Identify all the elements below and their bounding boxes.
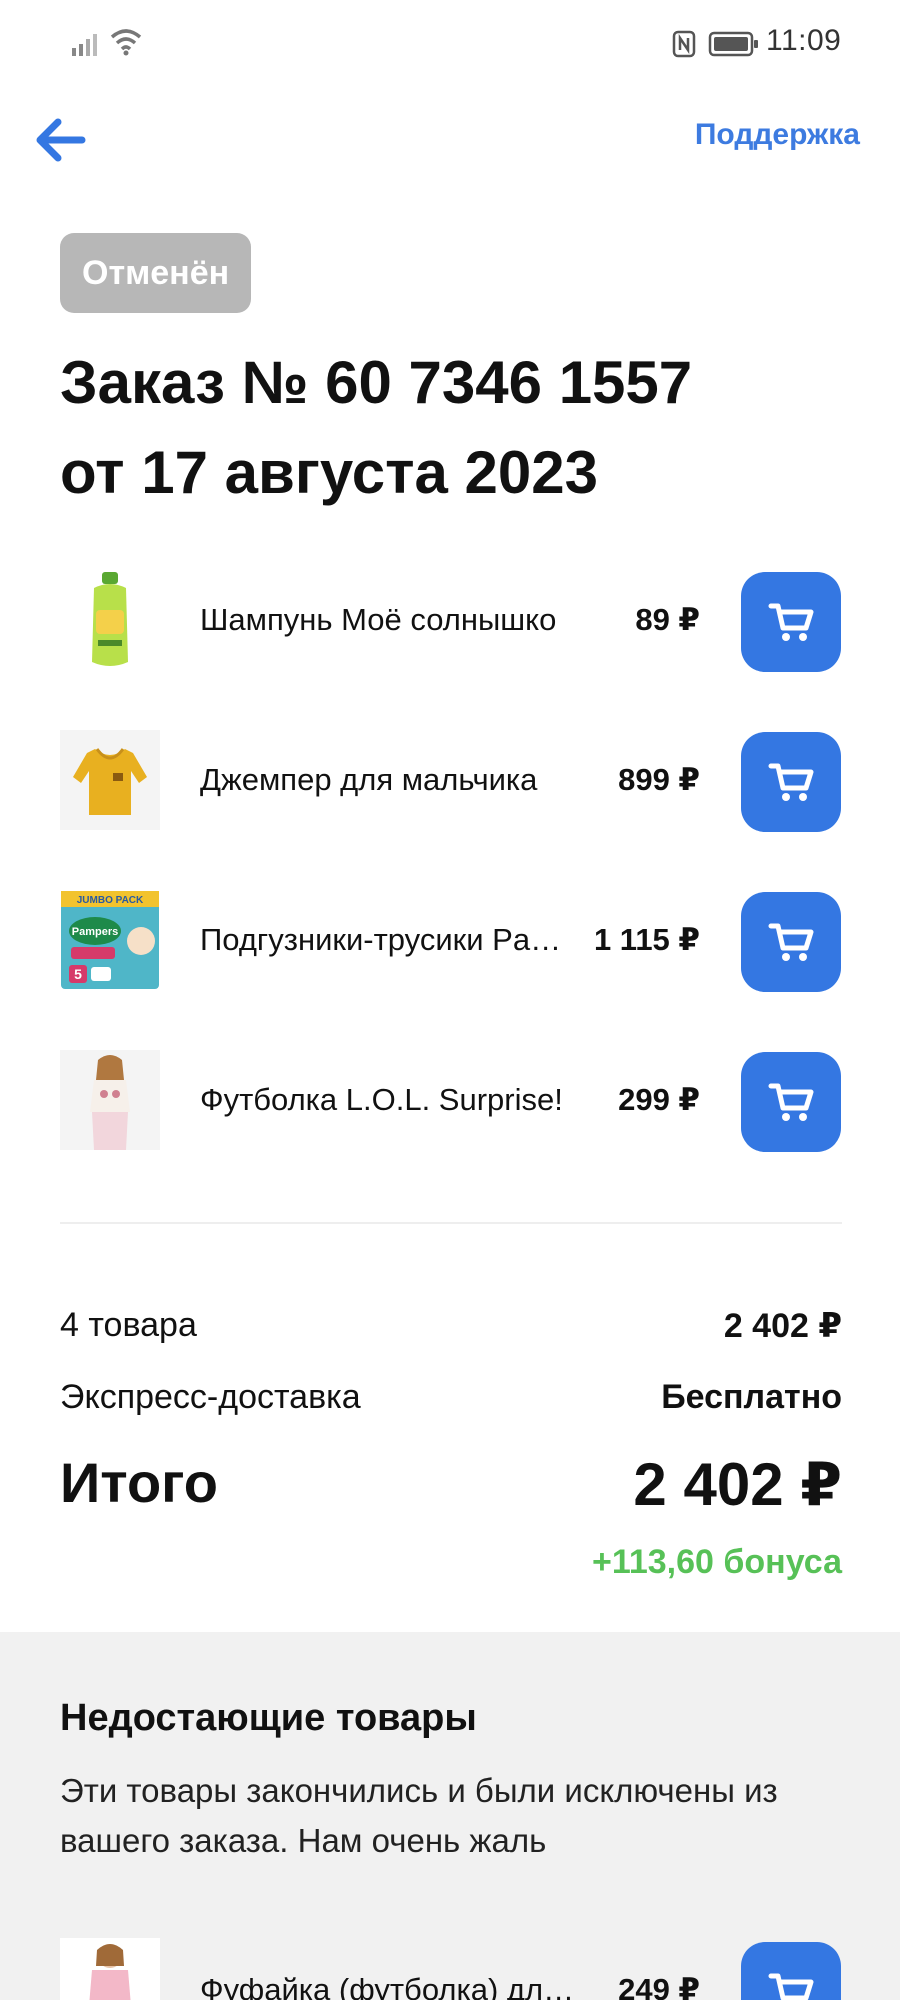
bonus-amount: +113,60 бонуса <box>591 1543 842 1581</box>
add-to-cart-button[interactable] <box>741 892 841 992</box>
order-number: Заказ № 60 7346 1557 <box>60 349 693 416</box>
item-thumbnail: JUMBO PACK Pampers 5 <box>60 890 160 990</box>
svg-text:Pampers: Pampers <box>72 926 118 938</box>
order-date: от 17 августа 2023 <box>60 439 599 506</box>
item-thumbnail <box>60 1050 160 1150</box>
shampoo-bottle-image <box>92 572 128 666</box>
total-label: Итого <box>60 1451 218 1514</box>
item-name: Шампунь Моё солнышко <box>200 602 557 637</box>
girl-shirt-image <box>89 1944 131 2000</box>
item-name: Футболка L.O.L. Surprise! <box>200 1082 563 1117</box>
total-value: 2 402 ₽ <box>633 1451 842 1518</box>
add-to-cart-button[interactable] <box>741 1942 841 2000</box>
item-price: 1 115 ₽ <box>593 922 700 957</box>
cart-icon <box>768 763 814 801</box>
add-to-cart-button[interactable] <box>741 572 841 672</box>
items-count-value: 2 402 ₽ <box>723 1307 842 1345</box>
item-name: Подгузники-трусики Pampers <box>200 922 580 957</box>
status-bar: 11:09 <box>0 0 900 90</box>
cart-icon <box>768 923 814 961</box>
battery-icon <box>708 31 758 57</box>
status-time: 11:09 <box>766 24 842 57</box>
nfc-icon <box>672 30 696 58</box>
missing-items-section: Недостающие товары Эти товары закончилис… <box>0 1632 900 2000</box>
cart-icon <box>768 603 814 641</box>
order-item[interactable]: Футболка L.O.L. Surprise! 299 ₽ <box>0 1040 900 1160</box>
order-item[interactable]: JUMBO PACK Pampers 5 Подгузники-трусики … <box>0 880 900 1000</box>
arrow-left-icon <box>36 118 86 162</box>
missing-items-title: Недостающие товары <box>60 1697 477 1739</box>
svg-text:JUMBO PACK: JUMBO PACK <box>77 895 144 906</box>
item-name: Фуфайка (футболка) для девочки <box>200 1972 580 2000</box>
girl-tshirt-image <box>90 1055 130 1150</box>
back-button[interactable] <box>30 110 90 170</box>
add-to-cart-button[interactable] <box>741 732 841 832</box>
diaper-pack-image: JUMBO PACK Pampers 5 <box>61 891 159 989</box>
yellow-sweater-image <box>73 748 147 815</box>
missing-item[interactable]: Фуфайка (футболка) для девочки 249 ₽ <box>0 1938 900 2000</box>
signal-icon <box>72 34 97 56</box>
cart-icon <box>768 1973 814 2000</box>
delivery-value: Бесплатно <box>661 1378 842 1416</box>
order-title: Заказ № 60 7346 1557 от 17 августа 2023 <box>60 338 860 518</box>
cart-icon <box>768 1083 814 1121</box>
svg-text:5: 5 <box>74 966 82 982</box>
item-thumbnail <box>60 570 160 670</box>
items-count-label: 4 товара <box>60 1306 197 1344</box>
item-price: 249 ₽ <box>618 1972 700 2000</box>
wifi-icon <box>110 29 142 56</box>
delivery-label: Экспресс-доставка <box>60 1378 361 1416</box>
item-price: 899 ₽ <box>618 762 700 797</box>
missing-items-description: Эти товары закончились и были исключены … <box>60 1772 778 1859</box>
order-item[interactable]: Джемпер для мальчика 899 ₽ <box>0 720 900 840</box>
item-thumbnail <box>60 1938 160 2000</box>
item-price: 299 ₽ <box>618 1082 700 1117</box>
item-price: 89 ₽ <box>635 602 700 637</box>
order-status-badge: Отменён <box>60 233 252 313</box>
item-name: Джемпер для мальчика <box>200 762 538 797</box>
order-item[interactable]: Шампунь Моё солнышко 89 ₽ <box>0 560 900 680</box>
divider <box>60 1222 842 1224</box>
item-thumbnail <box>60 730 160 830</box>
support-link[interactable]: Поддержка <box>695 118 860 152</box>
add-to-cart-button[interactable] <box>741 1052 841 1152</box>
